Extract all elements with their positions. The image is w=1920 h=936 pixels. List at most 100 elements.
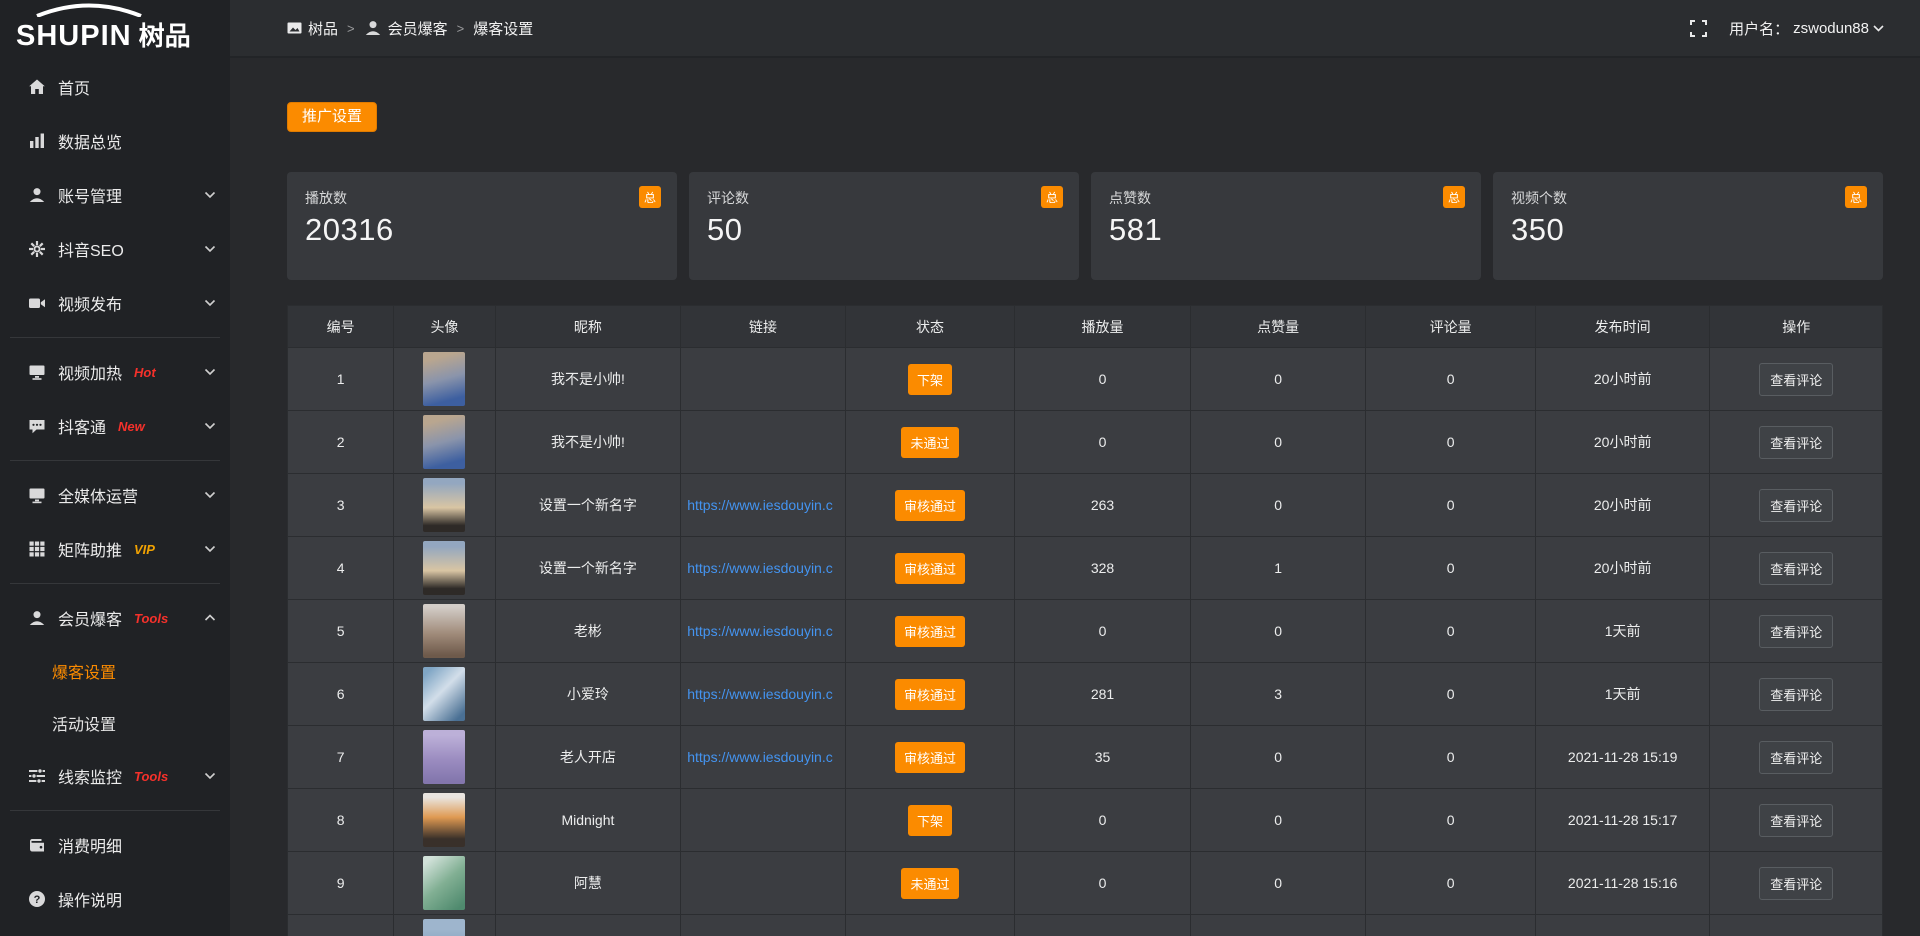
video-link[interactable]: https://www.iesdouyin.c <box>687 749 833 765</box>
video-link[interactable]: https://www.iesdouyin.c <box>687 686 833 702</box>
cell-comments: 0 <box>1366 726 1536 789</box>
view-comments-button[interactable]: 查看评论 <box>1759 363 1833 396</box>
sidebar-item-data-overview[interactable]: 数据总览 <box>0 114 230 168</box>
sidebar-item-consumption-details[interactable]: 消费明细 <box>0 818 230 872</box>
cell-publish-time: 20小时前 <box>1535 348 1710 411</box>
cell-number: 2 <box>288 411 394 474</box>
sidebar-divider <box>10 810 220 811</box>
sidebar-item-home[interactable]: 首页 <box>0 60 230 114</box>
breadcrumb-item[interactable]: 会员爆客 <box>364 18 448 39</box>
cell-number: 5 <box>288 600 394 663</box>
svg-text:?: ? <box>34 894 41 906</box>
stat-cards: 播放数20316总评论数50总点赞数581总视频个数350总 <box>287 172 1883 280</box>
fullscreen-icon[interactable] <box>1690 20 1707 37</box>
total-badge[interactable]: 总 <box>639 186 661 208</box>
sidebar-item-badge: Hot <box>134 365 156 380</box>
videos-table: 编号头像昵称链接状态播放量点赞量评论量发布时间操作 1我不是小帅!下架00020… <box>287 305 1883 936</box>
chevron-down-icon <box>1873 25 1884 32</box>
view-comments-button[interactable]: 查看评论 <box>1759 678 1833 711</box>
cell-likes: 3 <box>1190 663 1366 726</box>
status-badge[interactable]: 未通过 <box>901 868 958 899</box>
stat-card: 视频个数350总 <box>1493 172 1883 280</box>
sidebar-item-lead-monitoring[interactable]: 线索监控Tools <box>0 749 230 803</box>
sidebar-item-label: 视频加热 <box>58 360 122 384</box>
view-comments-button[interactable]: 查看评论 <box>1759 489 1833 522</box>
status-badge[interactable]: 未通过 <box>901 427 958 458</box>
cell-plays: 0 <box>1015 600 1191 663</box>
cell-plays <box>1015 915 1191 936</box>
logo-text-cn: 树品 <box>139 16 191 53</box>
gear-icon <box>28 240 46 258</box>
sidebar-subitem-baoke-settings[interactable]: 爆客设置 <box>0 645 230 697</box>
status-badge[interactable]: 下架 <box>908 805 952 836</box>
sidebar-item-operation-guide[interactable]: ?操作说明 <box>0 872 230 926</box>
cell-nickname: 设置一个新名字 <box>495 474 681 537</box>
video-link[interactable]: https://www.iesdouyin.c <box>687 560 833 576</box>
sliders-icon <box>28 767 46 785</box>
status-badge[interactable]: 审核通过 <box>895 490 965 521</box>
video-link[interactable]: https://www.iesdouyin.c <box>687 497 833 513</box>
status-badge[interactable]: 审核通过 <box>895 679 965 710</box>
breadcrumb-item[interactable]: 树品 <box>287 18 338 39</box>
home-icon <box>28 78 46 96</box>
status-badge[interactable]: 审核通过 <box>895 742 965 773</box>
cell-nickname: 小爱玲 <box>495 663 681 726</box>
sidebar-item-badge: VIP <box>134 542 155 557</box>
breadcrumb-item[interactable]: 爆客设置 <box>473 18 533 39</box>
promotion-settings-button[interactable]: 推广设置 <box>287 102 377 132</box>
main-region: 树品>会员爆客>爆客设置 用户名：zswodun88 推广设置 播放数20316… <box>230 0 1920 936</box>
status-badge[interactable]: 审核通过 <box>895 616 965 647</box>
cell-actions: 查看评论 <box>1710 852 1883 915</box>
wallet-icon <box>28 836 46 854</box>
cell-nickname: Midnight <box>495 789 681 852</box>
user-icon <box>364 19 382 37</box>
view-comments-button[interactable]: 查看评论 <box>1759 615 1833 648</box>
sidebar-item-douketong[interactable]: 抖客通New <box>0 399 230 453</box>
sidebar-item-member-baoke[interactable]: 会员爆客Tools <box>0 591 230 645</box>
cell-status: 未通过 <box>845 852 1015 915</box>
avatar <box>423 415 465 469</box>
column-header: 操作 <box>1710 306 1883 348</box>
breadcrumb-separator: > <box>457 21 465 36</box>
cell-actions: 查看评论 <box>1710 600 1883 663</box>
table-row: 6小爱玲https://www.iesdouyin.c审核通过281301天前查… <box>288 663 1883 726</box>
sidebar-subitem-activity-settings[interactable]: 活动设置 <box>0 697 230 749</box>
total-badge[interactable]: 总 <box>1443 186 1465 208</box>
sidebar-item-matrix-boost[interactable]: 矩阵助推 VIP <box>0 522 230 576</box>
cell-comments: 0 <box>1366 789 1536 852</box>
cell-actions: 查看评论 <box>1710 537 1883 600</box>
sidebar-item-video-heating[interactable]: 视频加热 Hot <box>0 345 230 399</box>
total-badge[interactable]: 总 <box>1041 186 1063 208</box>
cell-status: 审核通过 <box>845 663 1015 726</box>
cell-avatar <box>394 348 495 411</box>
videos-table-wrap: 编号头像昵称链接状态播放量点赞量评论量发布时间操作 1我不是小帅!下架00020… <box>287 305 1883 936</box>
cell-plays: 35 <box>1015 726 1191 789</box>
logo-arc <box>34 3 144 17</box>
sidebar-item-video-publish[interactable]: 视频发布 <box>0 276 230 330</box>
video-link[interactable]: https://www.iesdouyin.c <box>687 623 833 639</box>
user-menu[interactable]: 用户名：zswodun88 <box>1729 18 1884 39</box>
view-comments-button[interactable]: 查看评论 <box>1759 741 1833 774</box>
cell-likes: 1 <box>1190 537 1366 600</box>
sidebar-item-label: 矩阵助推 <box>58 537 122 561</box>
view-comments-button[interactable]: 查看评论 <box>1759 804 1833 837</box>
sidebar-item-all-media-operation[interactable]: 全媒体运营 <box>0 468 230 522</box>
status-badge[interactable]: 审核通过 <box>895 553 965 584</box>
view-comments-button[interactable]: 查看评论 <box>1759 867 1833 900</box>
avatar <box>423 730 465 784</box>
cell-likes: 0 <box>1190 600 1366 663</box>
view-comments-button[interactable]: 查看评论 <box>1759 552 1833 585</box>
table-row: 9阿慧未通过0002021-11-28 15:16查看评论 <box>288 852 1883 915</box>
column-header: 编号 <box>288 306 394 348</box>
status-badge[interactable]: 下架 <box>908 364 952 395</box>
sidebar-item-douyin-seo[interactable]: 抖音SEO <box>0 222 230 276</box>
sidebar-item-account-management[interactable]: 账号管理 <box>0 168 230 222</box>
total-badge[interactable]: 总 <box>1845 186 1867 208</box>
cell-nickname: 我不是小帅! <box>495 411 681 474</box>
cell-plays: 0 <box>1015 348 1191 411</box>
cell-publish-time: 2021-11-28 15:19 <box>1535 726 1710 789</box>
cell-link <box>681 915 846 936</box>
cell-plays: 263 <box>1015 474 1191 537</box>
sidebar-item-label: 会员爆客 <box>58 606 122 630</box>
view-comments-button[interactable]: 查看评论 <box>1759 426 1833 459</box>
